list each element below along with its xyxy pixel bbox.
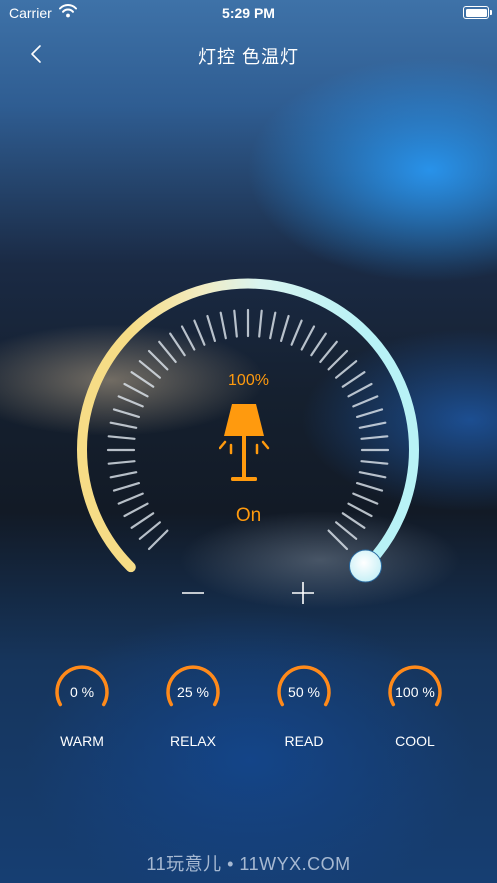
brightness-value: 100% [228, 372, 269, 389]
tick-mark [147, 529, 169, 551]
tick-mark [358, 471, 387, 479]
tick-mark [107, 435, 136, 440]
preset-value: 50 % [288, 684, 320, 700]
tick-mark [109, 421, 138, 429]
tick-mark [327, 529, 349, 551]
tick-mark [147, 349, 169, 371]
tick-mark [280, 314, 290, 342]
preset-value: 100 % [395, 684, 435, 700]
preset-relax[interactable]: 25 % RELAX [153, 658, 233, 758]
preset-value: 25 % [177, 684, 209, 700]
tick-mark [258, 309, 263, 338]
tick-mark [117, 395, 144, 408]
tick-mark [193, 319, 206, 346]
increase-button[interactable] [288, 578, 318, 608]
tick-mark [169, 332, 186, 357]
preset-row: 0 % WARM 25 % RELAX 50 % READ 100 % COOL [0, 658, 497, 758]
tick-mark [290, 319, 303, 346]
minus-icon [182, 592, 204, 594]
tick-mark [310, 332, 327, 357]
tick-mark [233, 309, 238, 338]
tick-mark [327, 349, 349, 371]
tick-mark [300, 325, 316, 351]
tick-mark [352, 492, 379, 505]
tick-mark [180, 325, 196, 351]
tick-mark [112, 482, 140, 492]
preset-label: COOL [395, 733, 435, 749]
preset-value: 0 % [69, 684, 95, 700]
preset-warm[interactable]: 0 % WARM [42, 658, 122, 758]
tick-mark [358, 421, 387, 429]
preset-label: READ [284, 733, 324, 749]
tick-mark [269, 311, 277, 340]
tick-mark [356, 482, 384, 492]
preset-cool[interactable]: 100 % COOL [375, 658, 455, 758]
tick-mark [107, 460, 136, 465]
lamp-icon[interactable] [219, 402, 279, 486]
decrease-button[interactable] [178, 578, 208, 608]
tick-mark [360, 460, 389, 465]
tick-mark [360, 435, 389, 440]
preset-label: WARM [60, 733, 104, 749]
tick-mark [352, 395, 379, 408]
tick-mark [158, 340, 177, 363]
tick-mark [356, 408, 384, 418]
watermark: 11玩意儿 • 11WYX.COM [146, 854, 351, 874]
tick-mark [112, 408, 140, 418]
tick-mark [219, 311, 227, 340]
power-state[interactable]: On [0, 505, 497, 527]
preset-label: RELAX [170, 733, 216, 749]
tick-mark [109, 471, 138, 479]
tick-mark [319, 340, 338, 363]
tick-mark [206, 314, 216, 342]
preset-read[interactable]: 50 % READ [264, 658, 344, 758]
plus-icon [292, 582, 314, 604]
dial-knob[interactable] [349, 549, 382, 583]
tick-mark [117, 492, 144, 505]
